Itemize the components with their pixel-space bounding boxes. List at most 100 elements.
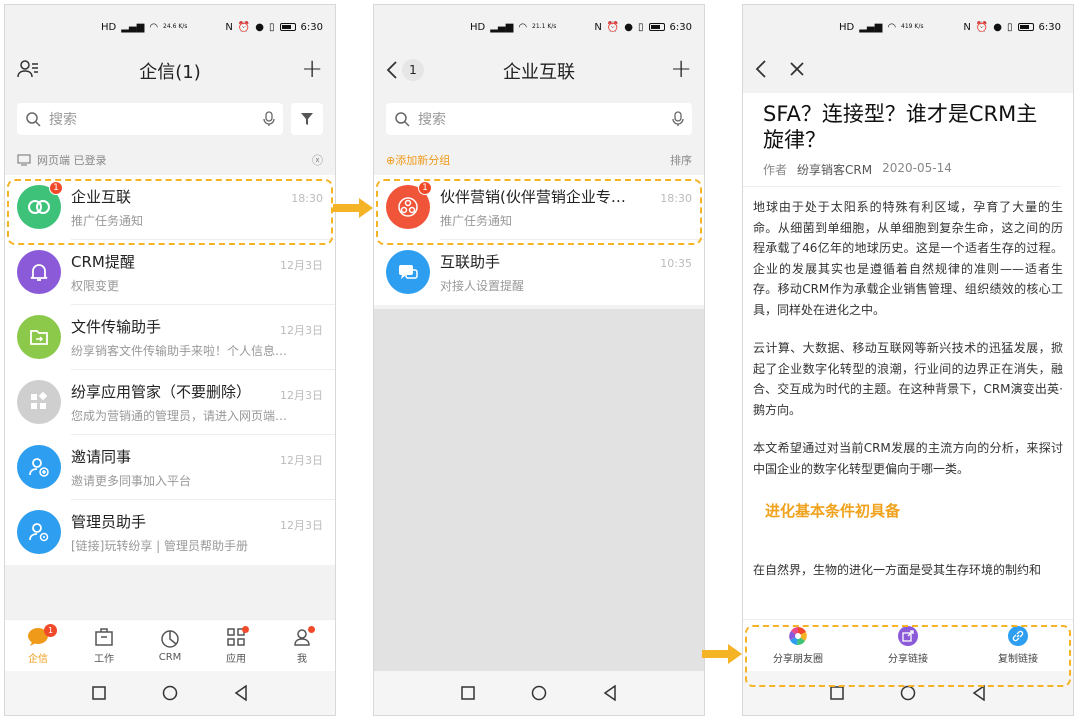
tab-badge: 1 (44, 624, 57, 637)
web-login-text: 网页端 已登录 (37, 154, 107, 167)
author-link[interactable]: 纷享销客CRM (797, 161, 872, 186)
sort-button[interactable]: 排序 (670, 152, 692, 168)
tab-me[interactable]: 我 (269, 620, 335, 671)
location-icon: ● (993, 21, 1003, 33)
list-item[interactable]: 互联助手 对接人设置提醒 10:35 (374, 240, 704, 305)
wifi-icon: ◠ (518, 21, 528, 33)
back-button[interactable]: 1 (386, 59, 424, 81)
tab-work[interactable]: 工作 (71, 620, 137, 671)
list-item[interactable]: 管理员助手 [链接]玩转纷享 | 管理员帮助手册 12月3日 (5, 500, 335, 565)
nav-bar: 1 企业互联 + (374, 49, 704, 93)
add-user-icon (29, 458, 49, 477)
bottom-tab-bar: 1 企信 工作 CRM 应用 我 (5, 619, 335, 671)
clock: 6:30 (669, 21, 692, 33)
folder-transfer-icon (30, 330, 48, 345)
recent-apps-icon[interactable] (92, 686, 106, 700)
article-body: 地球由于处于太阳系的特殊有利区域，孕育了大量的生命。从细菌到单细胞，从单细胞到复… (743, 187, 1073, 580)
contacts-icon (17, 60, 38, 78)
close-icon[interactable]: ⓧ (312, 152, 323, 168)
back-triangle-icon[interactable] (234, 685, 248, 701)
close-icon[interactable] (789, 61, 805, 77)
search-placeholder: 搜索 (49, 112, 77, 128)
clock: 6:30 (1038, 21, 1061, 33)
clock: 6:30 (300, 21, 323, 33)
network-speed: 24.6 K/s (163, 23, 188, 30)
author-label: 作者 (763, 163, 788, 177)
chevron-left-icon (386, 61, 397, 79)
item-title: 互联助手 (440, 253, 501, 271)
home-icon[interactable] (162, 685, 178, 701)
list-item[interactable]: 1 伙伴营销(伙伴营销企业专… 推广任务通知 18:30 (374, 175, 704, 240)
add-button[interactable]: + (301, 55, 323, 83)
wifi-icon: ◠ (149, 21, 159, 33)
microphone-icon[interactable] (263, 111, 275, 127)
filter-icon (301, 113, 313, 125)
web-login-notice[interactable]: 网页端 已登录 ⓧ (5, 145, 335, 175)
share-moments-button[interactable]: 分享朋友圈 (743, 620, 853, 671)
share-link-button[interactable]: 分享链接 (853, 620, 963, 671)
phone-screen-article: HD ▂▄▆ ◠ 419 K/s N ⏰ ● ▯ 6:30 SFA？连接型？谁才… (742, 4, 1074, 716)
item-subtitle: 纷享销客文件传输助手来啦！个人信息… (71, 344, 288, 358)
tab-label: 工作 (94, 653, 114, 665)
back-triangle-icon[interactable] (972, 685, 986, 701)
recent-apps-icon[interactable] (830, 686, 844, 700)
signal-icon: ▂▄▆ (490, 21, 514, 33)
share-icon (898, 626, 918, 646)
chevron-left-icon[interactable] (755, 59, 767, 79)
alarm-icon: ⏰ (606, 21, 620, 33)
item-time: 12月3日 (280, 519, 323, 532)
link-icon (1008, 626, 1028, 646)
list-item[interactable]: 文件传输助手 纷享销客文件传输助手来啦！个人信息… 12月3日 (5, 305, 335, 370)
alarm-icon: ⏰ (975, 21, 989, 33)
tab-label: 企信 (28, 653, 48, 665)
list-item[interactable]: 纷享应用管家（不要删除） 您成为营销通的管理员，请进入网页端… 12月3日 (5, 370, 335, 435)
tab-crm[interactable]: CRM (137, 620, 203, 671)
signal-icon: ▂▄▆ (121, 21, 145, 33)
bell-icon (30, 264, 48, 281)
add-group-button[interactable]: ⊕添加新分组 (386, 152, 450, 168)
network-speed: 419 K/s (901, 23, 924, 30)
hd-icon: HD (101, 21, 117, 33)
status-bar: HD ▂▄▆ ◠ 419 K/s N ⏰ ● ▯ 6:30 (743, 5, 1073, 49)
item-time: 18:30 (660, 192, 692, 205)
tab-label: 应用 (226, 653, 246, 665)
tab-apps[interactable]: 应用 (203, 620, 269, 671)
list-item[interactable]: 邀请同事 邀请更多同事加入平台 12月3日 (5, 435, 335, 500)
back-triangle-icon[interactable] (603, 685, 617, 701)
empty-area (374, 309, 704, 671)
paragraph: 在自然界，生物的进化一方面是受其生存环境的制约和 (753, 562, 1042, 577)
section-heading: 进化基本条件初具备 (765, 502, 901, 520)
vibrate-icon: ▯ (638, 21, 644, 33)
list-item[interactable]: 1 企业互联 推广任务通知 18:30 (5, 175, 335, 240)
tab-messages[interactable]: 1 企信 (5, 620, 71, 671)
microphone-icon[interactable] (672, 111, 684, 127)
nfc-icon: N (225, 21, 233, 33)
home-icon[interactable] (531, 685, 547, 701)
system-nav-bar (743, 671, 1073, 715)
add-button[interactable]: + (670, 55, 692, 83)
item-time: 18:30 (291, 192, 323, 205)
avatar (17, 380, 61, 424)
unread-badge: 1 (418, 181, 432, 195)
admin-user-icon (29, 523, 49, 542)
item-subtitle: 您成为营销通的管理员，请进入网页端… (71, 409, 288, 423)
tab-label: 我 (297, 653, 307, 665)
network-speed: 21.1 K/s (532, 23, 557, 30)
filter-button[interactable] (291, 103, 323, 135)
item-subtitle: 权限变更 (71, 279, 120, 293)
paragraph: 本文希望通过对当前CRM发展的主流方向的分析，来探讨中国企业的数字化转型更偏向于… (753, 441, 1063, 476)
list-item[interactable]: CRM提醒 权限变更 12月3日 (5, 240, 335, 305)
page-title: 企信(1) (139, 62, 201, 83)
home-icon[interactable] (900, 685, 916, 701)
share-label: 分享链接 (888, 654, 928, 665)
item-subtitle: 推广任务通知 (71, 214, 144, 228)
copy-link-button[interactable]: 复制链接 (963, 620, 1073, 671)
recent-apps-icon[interactable] (461, 686, 475, 700)
link-rings-icon (28, 200, 50, 214)
contacts-button[interactable] (17, 59, 39, 79)
vibrate-icon: ▯ (269, 21, 275, 33)
search-input[interactable]: 搜索 (17, 103, 283, 135)
search-input[interactable]: 搜索 (386, 103, 692, 135)
hd-icon: HD (470, 21, 486, 33)
item-subtitle: 推广任务通知 (440, 214, 513, 228)
